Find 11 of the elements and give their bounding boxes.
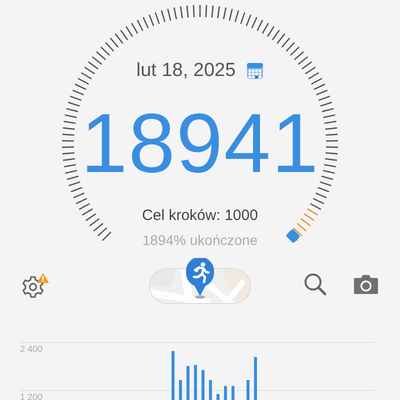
- progress-text: 1894% ukończone: [142, 232, 258, 248]
- camera-button[interactable]: [353, 273, 379, 295]
- axis-label: 2 400: [20, 344, 43, 354]
- search-button[interactable]: [303, 272, 327, 296]
- settings-button[interactable]: [22, 272, 50, 298]
- step-count: 18941: [80, 101, 320, 185]
- axis-label: 1 200: [20, 392, 43, 400]
- step-goal: Cel kroków: 1000: [142, 207, 258, 224]
- calendar-icon[interactable]: [246, 62, 264, 80]
- progress-marker: [286, 228, 300, 244]
- date-label: lut 18, 2025: [136, 60, 236, 82]
